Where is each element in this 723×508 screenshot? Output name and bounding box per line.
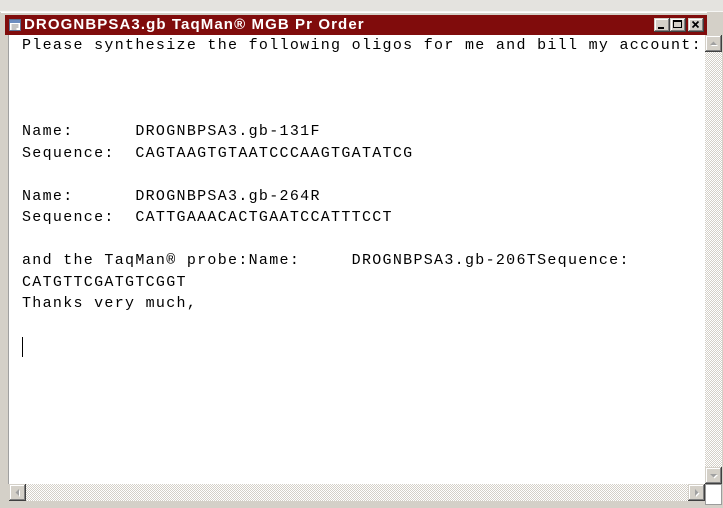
text-line (22, 78, 705, 100)
line-text: Name: DROGNBPSA3.gb-264R (22, 187, 321, 205)
maximize-button[interactable] (670, 18, 686, 32)
text-caret (22, 337, 23, 357)
horizontal-scroll-track[interactable] (26, 484, 688, 501)
vertical-scrollbar[interactable] (705, 35, 722, 484)
text-line: Sequence: CATTGAAACACTGAATCCATTTCCT (22, 207, 705, 229)
text-line (22, 229, 705, 251)
vertical-scroll-track[interactable] (705, 52, 722, 467)
text-line: CATGTTCGATGTCGGT (22, 272, 705, 294)
text-line: Sequence: CAGTAAGTGTAATCCCAAGTGATATCG (22, 143, 705, 165)
text-line: and the TaqMan® probe:Name: DROGNBPSA3.g… (22, 250, 705, 272)
arrow-right-icon (688, 484, 705, 501)
scroll-down-button[interactable] (705, 467, 722, 484)
line-text: Sequence: CATTGAAACACTGAATCCATTTCCT (22, 209, 393, 226)
title-bar[interactable]: DROGNBPSA3.gb TaqMan® MGB Pr Order (5, 15, 707, 35)
text-line: Name: DROGNBPSA3.gb-131F (22, 121, 705, 143)
minimize-button[interactable] (654, 18, 670, 32)
horizontal-scrollbar[interactable] (9, 484, 705, 501)
text-line (22, 315, 705, 337)
text-line (22, 57, 705, 79)
text-line (22, 100, 705, 122)
text-line (22, 336, 705, 358)
line-text: Sequence: CAGTAAGTGTAATCCCAAGTGATATCG (22, 144, 414, 162)
scroll-right-button[interactable] (688, 484, 705, 501)
scroll-left-button[interactable] (9, 484, 26, 501)
document-icon[interactable] (8, 18, 22, 32)
text-line: Thanks very much, (22, 293, 705, 315)
window-title: DROGNBPSA3.gb TaqMan® MGB Pr Order (24, 16, 365, 33)
arrow-up-icon (705, 35, 722, 52)
line-text: Name: DROGNBPSA3.gb-131F (22, 123, 321, 140)
arrow-left-icon (9, 484, 26, 501)
text-line (22, 164, 705, 186)
text-line: Name: DROGNBPSA3.gb-264R (22, 186, 705, 208)
line-text: Please synthesize the following oligos f… (22, 37, 702, 54)
text-line: Please synthesize the following oligos f… (22, 35, 705, 57)
window-frame-highlight (1, 12, 707, 13)
scroll-up-button[interactable] (705, 35, 722, 52)
window-frame-top (0, 0, 723, 12)
arrow-down-icon (705, 467, 722, 484)
line-text: Thanks very much, (22, 295, 198, 312)
scrollbar-corner (705, 484, 722, 505)
line-text: CATGTTCGATGTCGGT (22, 273, 187, 291)
close-button[interactable] (688, 18, 704, 32)
text-editor[interactable]: Please synthesize the following oligos f… (8, 35, 705, 484)
line-text: and the TaqMan® probe:Name: DROGNBPSA3.g… (22, 252, 630, 269)
